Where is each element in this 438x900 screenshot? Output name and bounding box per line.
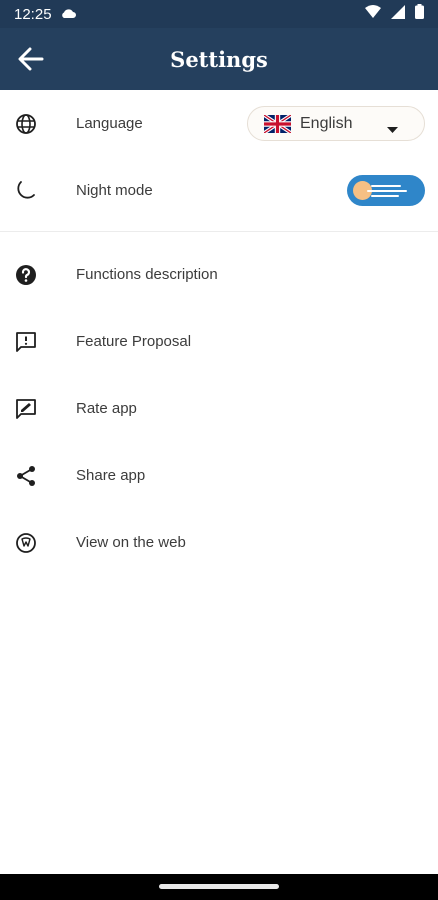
night-mode-label: Night mode xyxy=(76,182,153,199)
toggle-streak xyxy=(367,190,407,192)
back-button[interactable] xyxy=(14,43,48,75)
status-right xyxy=(365,4,424,24)
share-icon xyxy=(14,464,38,488)
functions-description-row[interactable]: Functions description xyxy=(0,241,438,308)
status-bar: 12:25 xyxy=(0,0,438,28)
cell-signal-icon xyxy=(391,4,405,24)
status-time: 12:25 xyxy=(14,5,52,23)
battery-icon xyxy=(415,4,424,24)
view-on-web-label: View on the web xyxy=(76,534,186,551)
feedback-icon xyxy=(14,330,38,354)
web-icon xyxy=(14,531,38,555)
night-mode-icon xyxy=(14,179,38,203)
view-on-web-row[interactable]: View on the web xyxy=(0,509,438,576)
cloud-icon xyxy=(60,6,76,23)
rate-review-icon xyxy=(14,397,38,421)
language-dropdown[interactable]: English xyxy=(247,106,425,141)
rate-app-row[interactable]: Rate app xyxy=(0,375,438,442)
home-gesture-handle[interactable] xyxy=(159,884,279,889)
feature-proposal-row[interactable]: Feature Proposal xyxy=(0,308,438,375)
app-bar: Settings xyxy=(0,28,438,90)
language-label: Language xyxy=(76,115,143,132)
status-left: 12:25 xyxy=(14,6,76,23)
language-value: English xyxy=(300,114,353,132)
dropdown-arrow-icon xyxy=(387,121,398,139)
help-icon xyxy=(14,263,38,287)
arrow-back-icon xyxy=(18,47,44,71)
functions-description-label: Functions description xyxy=(76,266,218,283)
night-mode-toggle[interactable] xyxy=(347,175,425,206)
page-title: Settings xyxy=(170,46,268,72)
uk-flag-icon xyxy=(264,114,291,133)
rate-app-label: Rate app xyxy=(76,400,137,417)
share-app-label: Share app xyxy=(76,467,146,484)
globe-icon xyxy=(14,112,38,136)
wifi-icon xyxy=(365,5,381,23)
section-divider xyxy=(0,231,438,232)
share-app-row[interactable]: Share app xyxy=(0,442,438,509)
navigation-bar xyxy=(0,874,438,900)
toggle-streak xyxy=(371,185,401,187)
feature-proposal-label: Feature Proposal xyxy=(76,333,192,350)
toggle-streak xyxy=(371,195,399,197)
